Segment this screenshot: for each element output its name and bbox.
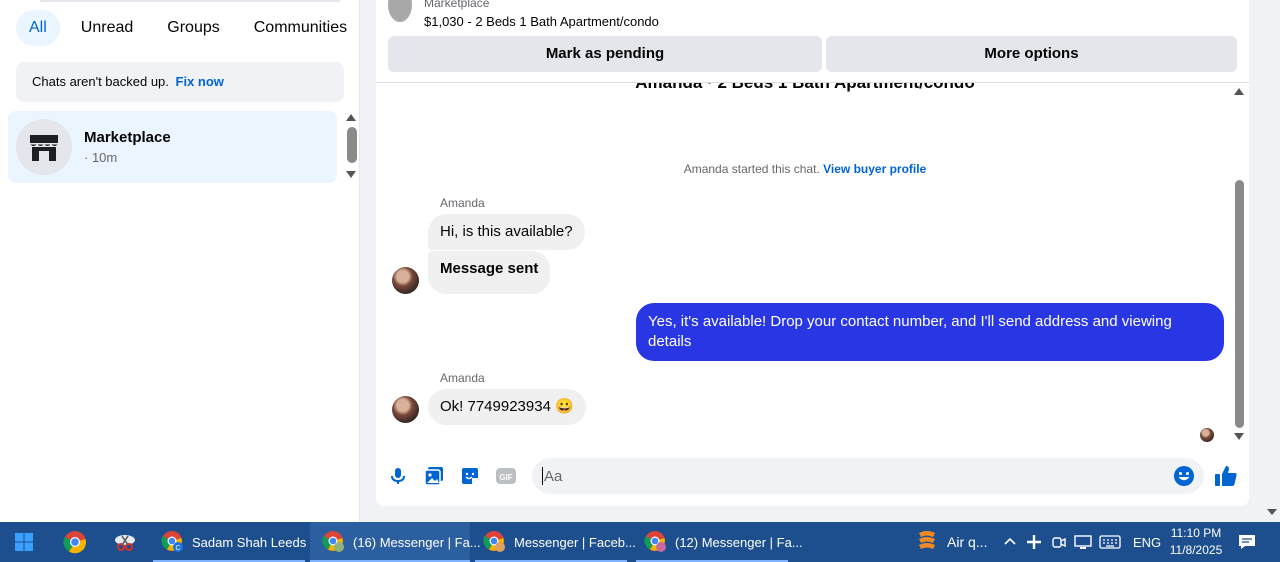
listing-title: Amanda · 2 Beds 1 Bath Apartment/condo [376, 83, 1234, 93]
message-list: Amanda · 2 Beds 1 Bath Apartment/condo A… [376, 83, 1249, 445]
backup-notice: Chats aren't backed up. Fix now [16, 62, 344, 102]
mark-as-pending-button[interactable]: Mark as pending [388, 36, 822, 72]
plus-icon[interactable] [1026, 522, 1042, 562]
clock-time: 11:10 PM [1170, 526, 1222, 540]
chat-started-notice: Amanda started this chat. View buyer pro… [376, 162, 1234, 176]
chrome-profile-icon [321, 529, 345, 556]
product-title[interactable]: $1,030 - 2 Beds 1 Bath Apartment/condo [424, 14, 659, 29]
filter-communities[interactable]: Communities [241, 10, 360, 46]
task-label: (16) Messenger | Fa... [353, 534, 481, 550]
gif-label: GIF [499, 473, 512, 482]
product-thumbnail[interactable] [388, 0, 412, 22]
message-input[interactable] [544, 458, 1164, 494]
air-quality-icon [916, 529, 938, 556]
page-scroll-down-arrow[interactable] [1267, 509, 1277, 515]
task-label: (12) Messenger | Fa... [675, 534, 803, 550]
more-options-button[interactable]: More options [826, 36, 1237, 72]
language-indicator[interactable]: ENG [1133, 522, 1161, 562]
sender-name: Amanda [440, 196, 485, 210]
notification-icon[interactable] [1238, 522, 1256, 562]
conversation-panel: Marketplace $1,030 - 2 Beds 1 Bath Apart… [376, 0, 1249, 506]
taskbar-task[interactable]: (12) Messenger | Fa... [636, 522, 803, 562]
fix-now-link[interactable]: Fix now [176, 74, 224, 89]
incoming-message[interactable]: Hi, is this available? [428, 214, 585, 250]
sender-name: Amanda [440, 371, 485, 385]
clock-date: 11/8/2025 [1169, 543, 1223, 557]
avatar[interactable] [392, 267, 419, 294]
incoming-message[interactable]: Ok! 7749923934 😀 [428, 389, 586, 425]
system-clock[interactable]: 11:10 PM 11/8/2025 [1163, 525, 1229, 559]
meet-camera-icon[interactable] [1051, 522, 1067, 562]
task-label: Sadam Shah Leeds ... [192, 534, 321, 550]
text-caret [542, 467, 543, 485]
windows-taskbar: C Sadam Shah Leeds ... (16) Messenger | … [0, 522, 1280, 562]
scroll-up-arrow[interactable] [1234, 88, 1244, 95]
filter-all[interactable]: All [16, 10, 60, 46]
chrome-profile-icon: C [160, 529, 184, 556]
thumbs-up-icon[interactable] [1214, 464, 1238, 488]
message-input-wrapper [532, 458, 1204, 494]
chat-list-scrollbar[interactable] [347, 127, 357, 163]
taskbar-task[interactable]: C Sadam Shah Leeds ... [153, 522, 321, 562]
chat-list-item-marketplace[interactable]: Marketplace · 10m [8, 111, 337, 183]
windows-start-icon[interactable] [0, 522, 48, 562]
filter-groups[interactable]: Groups [154, 10, 232, 46]
outgoing-message[interactable]: Yes, it's available! Drop your contact n… [636, 303, 1224, 361]
tray-chevron-up-icon[interactable] [1003, 522, 1017, 562]
message-scrollbar[interactable] [1235, 180, 1244, 428]
search-bar-edge [40, 0, 340, 2]
taskbar-task[interactable]: (16) Messenger | Fa... [310, 522, 481, 562]
sticker-icon[interactable] [458, 464, 482, 488]
filter-unread[interactable]: Unread [68, 10, 146, 46]
snipping-tool-icon[interactable] [101, 522, 149, 562]
storefront-icon [16, 119, 72, 175]
view-buyer-profile-link[interactable]: View buyer profile [823, 162, 926, 176]
keyboard-icon[interactable] [1099, 522, 1121, 562]
network-icon[interactable] [1074, 522, 1092, 562]
chrome-profile-icon [643, 529, 667, 556]
product-subtitle: Marketplace [424, 0, 490, 10]
avatar[interactable] [392, 396, 419, 423]
microphone-icon[interactable] [386, 464, 410, 488]
weather-label: Air q... [947, 534, 988, 550]
scroll-down-arrow[interactable] [346, 171, 356, 178]
task-label: Messenger | Faceb... [514, 534, 636, 550]
chat-filters: All Unread Groups Communities [16, 10, 360, 46]
chat-time: · 10m [84, 150, 118, 165]
emoji-icon[interactable] [1172, 464, 1196, 488]
taskbar-task[interactable]: Messenger | Faceb... [475, 522, 636, 562]
scroll-up-arrow[interactable] [346, 114, 356, 121]
chrome-icon[interactable] [51, 522, 99, 562]
chat-list-panel: All Unread Groups Communities Chats aren… [0, 0, 360, 522]
chrome-profile-icon [482, 529, 506, 556]
message-composer: GIF [376, 458, 1249, 494]
photo-icon[interactable] [422, 464, 446, 488]
gif-icon[interactable]: GIF [494, 464, 518, 488]
seen-avatar [1200, 428, 1214, 442]
weather-widget[interactable]: Air q... [916, 522, 987, 562]
chat-name: Marketplace [84, 129, 171, 146]
incoming-message[interactable]: Message sent [428, 251, 551, 294]
backup-notice-text: Chats aren't backed up. [32, 74, 169, 89]
chat-started-text: Amanda started this chat. [683, 162, 820, 176]
svg-text:C: C [175, 545, 180, 552]
scroll-down-arrow[interactable] [1234, 433, 1244, 440]
